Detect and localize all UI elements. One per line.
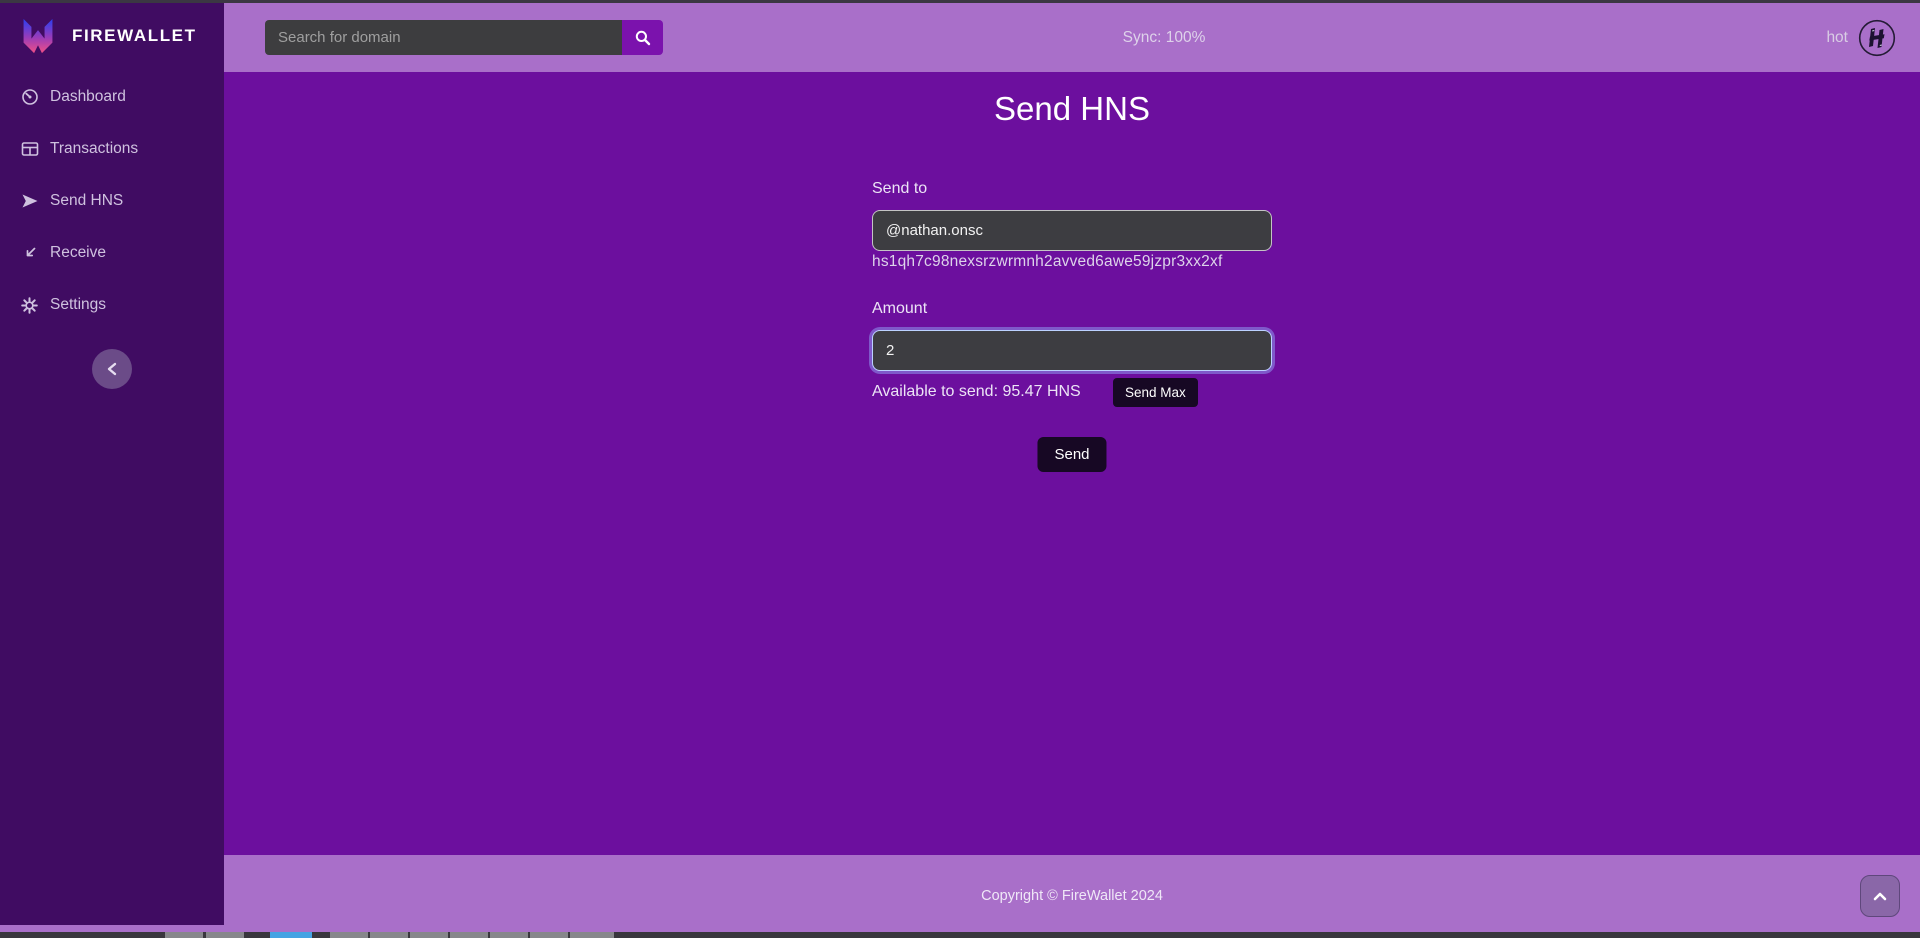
sidebar-item-transactions[interactable]: Transactions: [0, 123, 224, 175]
taskbar-active-app-segment[interactable]: [270, 932, 312, 938]
send-to-input[interactable]: [872, 210, 1272, 251]
sync-status: Sync: 100%: [1123, 3, 1206, 72]
chevron-up-icon: [1872, 890, 1888, 902]
taskbar-app-segment[interactable]: [450, 932, 488, 938]
sidebar-collapse-button[interactable]: [92, 349, 132, 389]
send-icon: [20, 193, 39, 209]
taskbar-app-segment[interactable]: [410, 932, 448, 938]
sidebar-item-send-hns[interactable]: Send HNS: [0, 175, 224, 227]
window-top-edge: [0, 0, 1920, 3]
taskbar-app-segment[interactable]: [330, 932, 368, 938]
sidebar: FIREWALLET Dashboard Transactions: [0, 0, 224, 925]
wallet-name-label: hot: [1826, 29, 1848, 47]
taskbar-app-segment[interactable]: [206, 932, 244, 938]
wallet-status: hot: [1826, 3, 1896, 72]
available-balance-text: Available to send: 95.47 HNS: [872, 383, 1081, 401]
search-icon: [634, 29, 652, 47]
sidebar-item-label: Settings: [50, 296, 106, 314]
speedometer-icon: [20, 88, 39, 106]
taskbar-strip: [0, 932, 1920, 938]
sidebar-item-label: Receive: [50, 244, 106, 262]
taskbar-app-segment[interactable]: [370, 932, 408, 938]
sidebar-item-label: Dashboard: [50, 88, 126, 106]
scroll-to-top-button[interactable]: [1860, 875, 1900, 917]
taskbar-app-segment[interactable]: [530, 932, 568, 938]
gear-icon: [20, 297, 39, 314]
receive-arrow-icon: [20, 245, 39, 261]
sidebar-nav: Dashboard Transactions Send HNS: [0, 71, 224, 331]
domain-search: [265, 20, 663, 55]
taskbar-app-segment[interactable]: [165, 932, 203, 938]
taskbar-app-segment[interactable]: [490, 932, 528, 938]
send-button[interactable]: Send: [1037, 437, 1106, 472]
page-title: Send HNS: [994, 90, 1150, 128]
top-header-bar: Sync: 100% hot: [224, 3, 1920, 72]
send-max-button[interactable]: Send Max: [1113, 378, 1198, 407]
taskbar-app-segment[interactable]: [570, 932, 614, 938]
handshake-icon[interactable]: [1858, 19, 1896, 57]
main-content: Send HNS Send to hs1qh7c98nexsrzwrmnh2av…: [224, 72, 1920, 855]
footer: Copyright © FireWallet 2024: [0, 855, 1920, 932]
search-input[interactable]: [265, 20, 622, 55]
sidebar-item-receive[interactable]: Receive: [0, 227, 224, 279]
sidebar-item-dashboard[interactable]: Dashboard: [0, 71, 224, 123]
chevron-left-icon: [105, 360, 119, 378]
amount-label: Amount: [872, 300, 927, 318]
send-to-label: Send to: [872, 180, 927, 198]
sidebar-item-label: Transactions: [50, 140, 138, 158]
search-button[interactable]: [622, 20, 663, 55]
brand-name: FIREWALLET: [72, 26, 197, 46]
copyright-text: Copyright © FireWallet 2024: [981, 888, 1163, 904]
sidebar-item-label: Send HNS: [50, 192, 123, 210]
amount-input[interactable]: [872, 330, 1272, 371]
resolved-address: hs1qh7c98nexsrzwrmnh2avved6awe59jzpr3xx2…: [872, 253, 1222, 271]
table-icon: [20, 141, 39, 157]
firewallet-logo-icon: [17, 14, 59, 58]
brand-logo-row[interactable]: FIREWALLET: [0, 0, 224, 58]
sidebar-item-settings[interactable]: Settings: [0, 279, 224, 331]
